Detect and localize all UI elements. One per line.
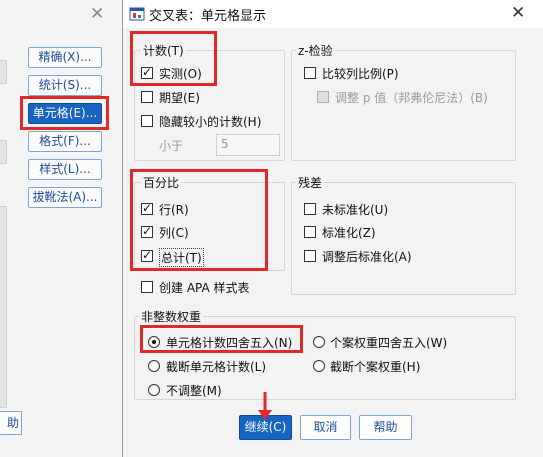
- expected-label: 期望(E): [159, 91, 200, 105]
- percentages-group-title: 百分比: [141, 174, 182, 191]
- z-test-group-title: z-检验: [296, 42, 335, 59]
- no-adjustment-label: 不调整(M): [166, 384, 222, 398]
- column-percent-label: 列(C): [159, 226, 189, 240]
- background-field-edge: [0, 140, 7, 164]
- row-percent-checkbox[interactable]: [141, 201, 153, 215]
- less-than-label: 小于: [159, 139, 184, 153]
- background-list-edge: [0, 206, 7, 408]
- style-button[interactable]: 样式(L)...: [28, 159, 102, 180]
- background-window: ✕ 精确(X)... 统计(S)... 单元格(E)... 格式(F)... 样…: [0, 0, 123, 457]
- round-cell-counts-label: 单元格计数四舍五入(N): [166, 336, 293, 350]
- compare-column-proportions-label: 比较列比例(P): [322, 67, 399, 81]
- format-button[interactable]: 格式(F)...: [28, 131, 102, 152]
- cancel-button[interactable]: 取消: [300, 415, 351, 440]
- statistics-button[interactable]: 统计(S)...: [28, 75, 102, 96]
- unstandardized-checkbox[interactable]: [304, 203, 316, 215]
- apa-tables-checkbox[interactable]: [141, 281, 153, 293]
- expected-checkbox[interactable]: [141, 91, 153, 103]
- cells-display-dialog: 交叉表：单元格显示 ✕ 计数(T) 实测(O) 期望(E) 隐藏较小的计数(H)…: [122, 0, 543, 457]
- background-field-edge: [0, 60, 7, 84]
- bootstrap-button[interactable]: 拔靴法(A)...: [28, 187, 102, 208]
- help-button[interactable]: 帮助: [359, 415, 412, 440]
- less-than-input[interactable]: 5: [216, 134, 280, 156]
- hide-small-counts-checkbox[interactable]: [141, 115, 153, 127]
- truncate-cell-counts-radio[interactable]: [148, 360, 160, 372]
- background-help-button[interactable]: 助: [0, 411, 22, 435]
- standardized-checkbox[interactable]: [304, 226, 316, 238]
- adjust-p-values-checkbox[interactable]: [317, 91, 329, 103]
- dialog-title: 交叉表：单元格显示: [149, 9, 267, 24]
- exact-button[interactable]: 精确(X)...: [28, 47, 102, 68]
- residuals-group-title: 残差: [296, 174, 325, 191]
- row-percent-label: 行(R): [159, 203, 189, 217]
- total-percent-checkbox[interactable]: [141, 248, 153, 262]
- adjusted-standardized-checkbox[interactable]: [304, 250, 316, 262]
- observed-label: 实测(O): [159, 67, 202, 81]
- adjusted-standardized-label: 调整后标准化(A): [322, 250, 412, 264]
- close-icon[interactable]: ✕: [511, 3, 525, 23]
- unstandardized-label: 未标准化(U): [322, 203, 389, 217]
- noninteger-weights-group-title: 非整数权重: [139, 308, 204, 325]
- standardized-label: 标准化(Z): [322, 226, 376, 240]
- percentages-group: 百分比: [134, 174, 285, 271]
- continue-arrow-icon: [258, 392, 272, 420]
- truncate-case-weights-label: 截断个案权重(H): [330, 360, 421, 374]
- counts-group-title: 计数(T): [141, 42, 186, 59]
- app-icon: [129, 7, 145, 21]
- observed-checkbox[interactable]: [141, 65, 153, 79]
- adjust-p-values-label: 调整 p 值（邦弗伦尼法）(B): [335, 91, 488, 105]
- hide-small-counts-label: 隐藏较小的计数(H): [159, 115, 262, 129]
- round-case-weights-radio[interactable]: [313, 336, 325, 348]
- truncate-case-weights-radio[interactable]: [313, 360, 325, 372]
- compare-column-proportions-checkbox[interactable]: [304, 67, 316, 79]
- cells-button[interactable]: 单元格(E)...: [28, 103, 102, 124]
- round-cell-counts-radio[interactable]: [148, 336, 160, 348]
- column-percent-checkbox[interactable]: [141, 224, 153, 238]
- apa-tables-label: 创建 APA 样式表: [159, 281, 250, 295]
- truncate-cell-counts-label: 截断单元格计数(L): [166, 360, 267, 374]
- round-case-weights-label: 个案权重四舍五入(W): [330, 336, 448, 350]
- total-percent-label: 总计(T): [159, 248, 204, 267]
- no-adjustment-radio[interactable]: [148, 384, 160, 396]
- background-close-icon[interactable]: ✕: [90, 4, 104, 24]
